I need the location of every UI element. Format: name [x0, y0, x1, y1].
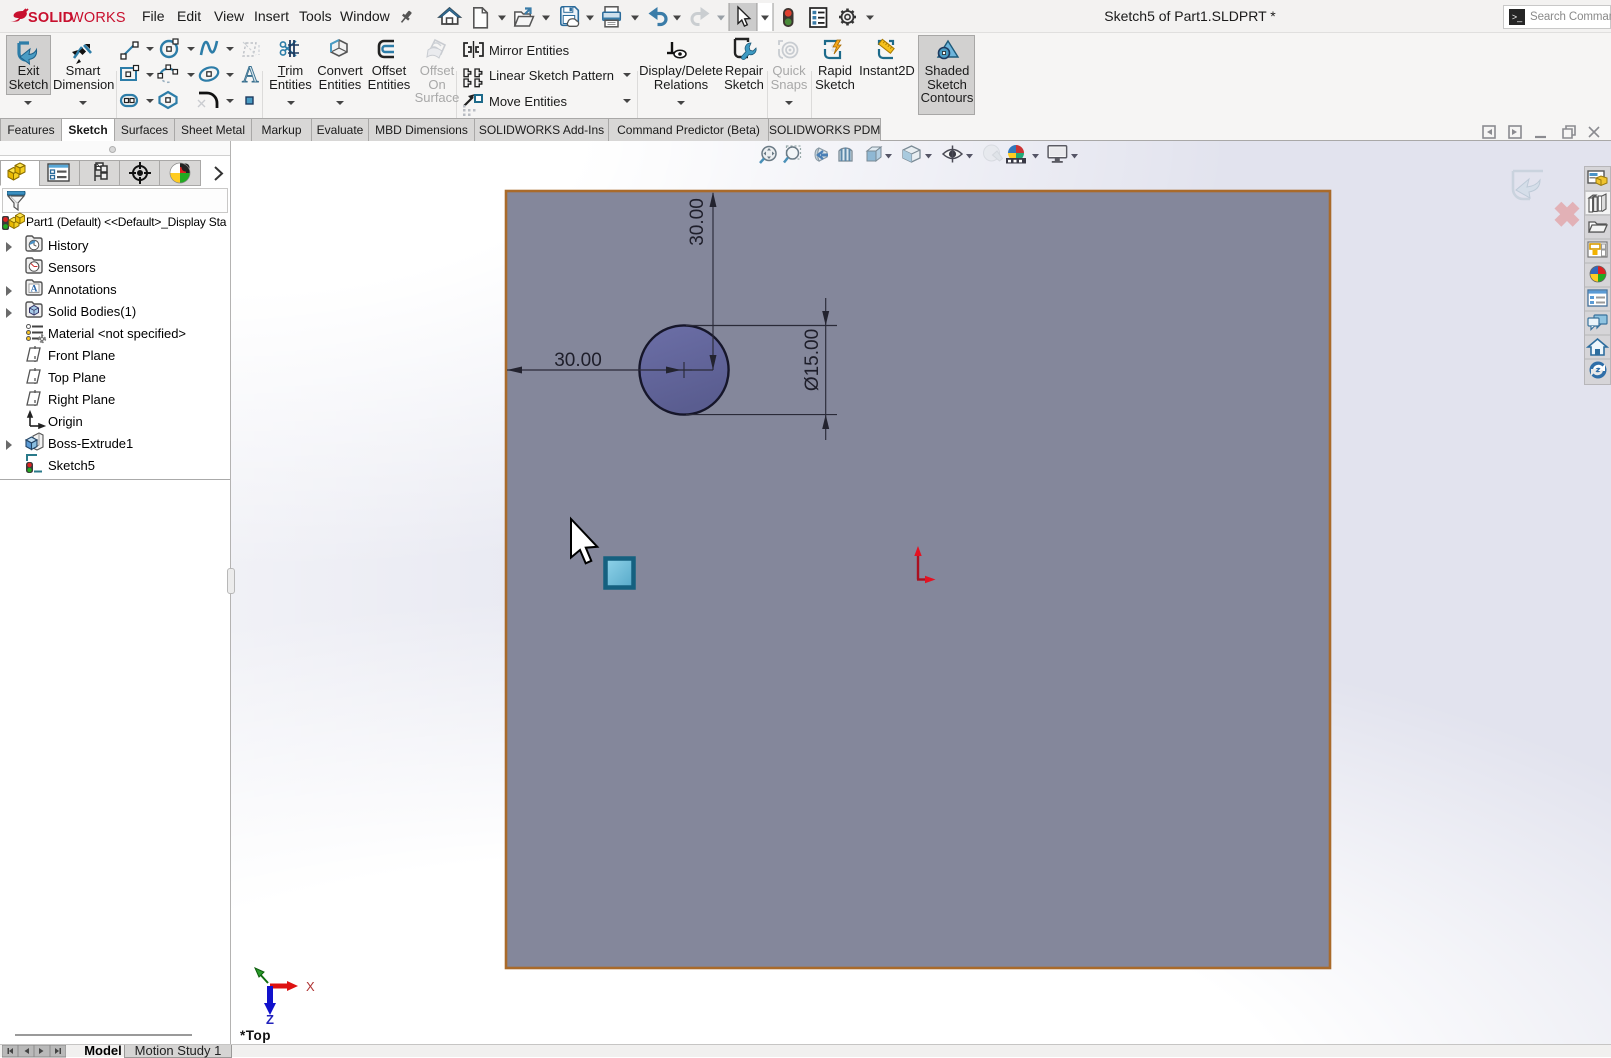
svg-text:SOLID: SOLID	[28, 10, 73, 26]
svg-text:A: A	[31, 285, 38, 295]
svg-text:30.00: 30.00	[687, 198, 708, 246]
svg-text:Z: Z	[266, 1012, 274, 1027]
svg-text:A: A	[242, 62, 259, 87]
svg-text:30.00: 30.00	[554, 350, 602, 371]
svg-text:WORKS: WORKS	[70, 10, 126, 26]
svg-text:X: X	[306, 979, 315, 994]
svg-text:Ø15.00: Ø15.00	[802, 329, 823, 391]
